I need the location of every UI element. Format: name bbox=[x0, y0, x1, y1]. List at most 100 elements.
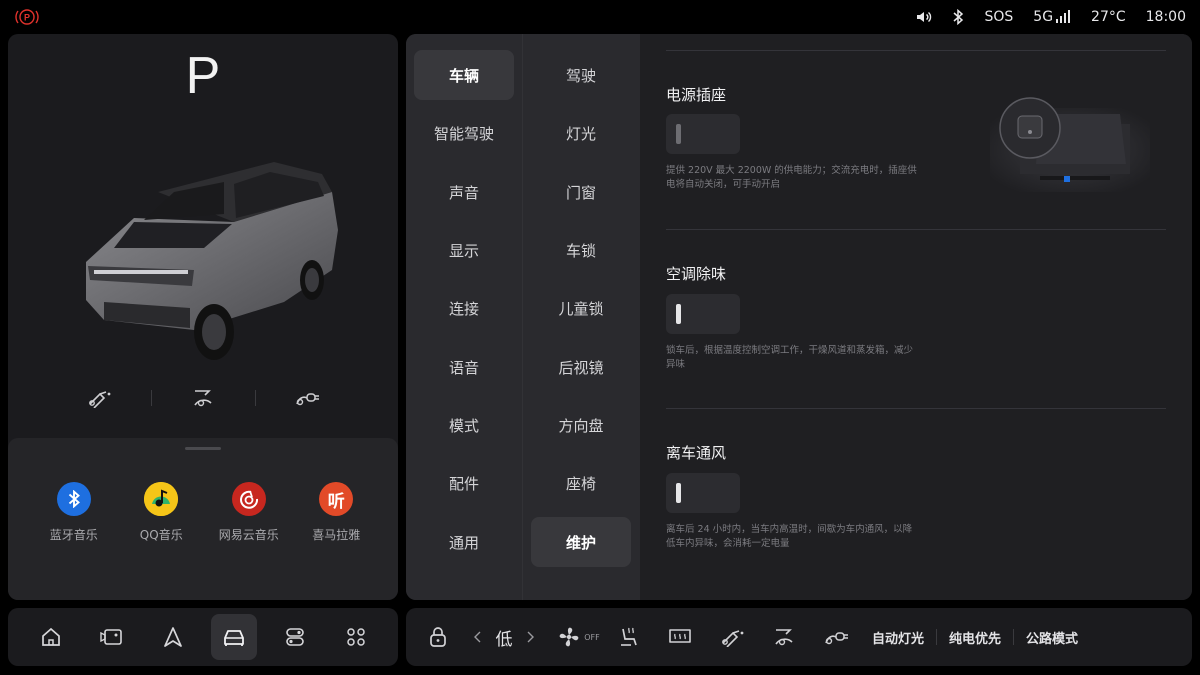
volume-icon[interactable] bbox=[916, 10, 932, 24]
toggle-knob bbox=[676, 304, 681, 324]
frunk-button[interactable] bbox=[758, 626, 810, 648]
quick-controls bbox=[8, 382, 398, 414]
network-indicator: 5G bbox=[1033, 9, 1071, 25]
apps-button[interactable] bbox=[333, 614, 379, 660]
controls-button[interactable] bbox=[272, 614, 318, 660]
app-label: 喜马拉雅 bbox=[312, 528, 361, 542]
seat-heat-button[interactable] bbox=[604, 625, 654, 649]
settings-subcategory-nav: 驾驶 灯光 门窗 车锁 儿童锁 后视镜 方向盘 座椅 维护 bbox=[522, 34, 640, 600]
qq-music-icon bbox=[144, 482, 179, 516]
media-button[interactable] bbox=[89, 614, 135, 660]
auto-light-button[interactable]: 自动灯光 bbox=[872, 628, 924, 647]
fan-level-value: 低 bbox=[495, 629, 513, 650]
bluetooth-icon bbox=[56, 482, 91, 516]
navigation-icon bbox=[163, 627, 182, 647]
fan-icon bbox=[559, 627, 579, 647]
toggle-knob bbox=[676, 124, 681, 144]
toggle-knob bbox=[676, 483, 681, 503]
frunk-icon bbox=[775, 629, 793, 646]
ev-priority-button[interactable]: 纯电优先 bbox=[949, 628, 1001, 647]
nav-sound[interactable]: 声音 bbox=[414, 167, 514, 217]
app-netease-music[interactable]: 网易云音乐 bbox=[205, 482, 293, 543]
nav-voice[interactable]: 语音 bbox=[414, 342, 514, 392]
section-title-ac-deodorize: 空调除味 bbox=[666, 265, 727, 283]
climate-dock: 低 OFF 自动灯光 纯电优先 公路模式 bbox=[406, 608, 1192, 666]
parking-brake-icon: P bbox=[14, 7, 40, 27]
trunk-button[interactable] bbox=[810, 627, 862, 647]
lock-icon bbox=[430, 627, 446, 647]
sos-button[interactable]: SOS bbox=[984, 9, 1013, 25]
road-mode-button[interactable]: 公路模式 bbox=[1026, 628, 1078, 647]
temperature-readout: 27°C bbox=[1091, 9, 1126, 25]
grid-icon bbox=[346, 628, 365, 646]
nav-connection[interactable]: 连接 bbox=[414, 283, 514, 333]
navigation-button[interactable] bbox=[150, 614, 196, 660]
nav-general[interactable]: 通用 bbox=[414, 517, 514, 567]
nav-mirrors[interactable]: 后视镜 bbox=[531, 342, 631, 392]
rear-defrost-icon bbox=[669, 629, 691, 643]
fan-decrease-button[interactable] bbox=[466, 631, 490, 643]
nav-doors-windows[interactable]: 门窗 bbox=[531, 167, 631, 217]
lock-button[interactable] bbox=[422, 626, 454, 648]
divider bbox=[1013, 629, 1015, 645]
defrost-button[interactable] bbox=[654, 626, 706, 648]
section-desc-power-outlet: 提供 220V 最大 2200W 的供电能力；交流充电时，插座供电将自动关闭，可… bbox=[666, 165, 917, 190]
charge-port-icon[interactable] bbox=[48, 388, 151, 408]
settings-panel: 车辆 智能驾驶 声音 显示 连接 语音 模式 配件 通用 驾驶 灯光 门窗 车锁… bbox=[406, 34, 1192, 600]
nav-maintenance[interactable]: 维护 bbox=[531, 517, 631, 567]
nav-child-lock[interactable]: 儿童锁 bbox=[531, 283, 631, 333]
section-title-power-outlet: 电源插座 bbox=[666, 86, 727, 104]
svg-text:P: P bbox=[24, 13, 30, 23]
rear-seat-outlet-image bbox=[980, 94, 1160, 198]
nav-vehicle[interactable]: 车辆 bbox=[414, 50, 514, 100]
car-icon bbox=[223, 630, 244, 646]
clock: 18:00 bbox=[1145, 9, 1186, 25]
ac-deodorize-toggle[interactable] bbox=[666, 294, 740, 334]
fan-state: OFF bbox=[584, 632, 600, 642]
app-ximalaya[interactable]: 听 喜马拉雅 bbox=[293, 482, 381, 543]
nav-display[interactable]: 显示 bbox=[414, 225, 514, 275]
divider bbox=[666, 229, 1166, 230]
power-outlet-toggle[interactable] bbox=[666, 114, 740, 154]
nav-smart-driving[interactable]: 智能驾驶 bbox=[414, 108, 514, 158]
section-desc-ac-deodorize: 锁车后，根据温度控制空调工作，干燥风道和蒸发箱，减少异味 bbox=[666, 345, 914, 370]
home-icon bbox=[41, 627, 60, 646]
divider bbox=[666, 408, 1166, 409]
frunk-icon[interactable] bbox=[152, 387, 255, 409]
netease-music-icon bbox=[231, 482, 266, 516]
charge-port-icon bbox=[722, 630, 744, 647]
home-button[interactable] bbox=[28, 614, 74, 660]
chevron-left-icon bbox=[474, 631, 481, 643]
charge-port-button[interactable] bbox=[706, 627, 758, 647]
app-qq-music[interactable]: QQ音乐 bbox=[118, 482, 206, 543]
bluetooth-status-icon[interactable] bbox=[952, 9, 964, 25]
app-bluetooth-music[interactable]: 蓝牙音乐 bbox=[30, 482, 118, 543]
camera-icon bbox=[99, 629, 122, 645]
nav-lights[interactable]: 灯光 bbox=[531, 108, 631, 158]
trunk-icon[interactable] bbox=[256, 388, 359, 408]
nav-accessories[interactable]: 配件 bbox=[414, 458, 514, 508]
nav-mode[interactable]: 模式 bbox=[414, 400, 514, 450]
ximalaya-icon: 听 bbox=[319, 482, 354, 516]
divider bbox=[936, 629, 938, 645]
drag-handle[interactable] bbox=[185, 447, 221, 450]
section-desc-away-ventilation: 离车后 24 小时内，当车内高温时，间歇为车内通风，以降低车内异味，会消耗一定电… bbox=[666, 524, 913, 549]
toggles-icon bbox=[285, 628, 304, 646]
fan-button[interactable]: OFF bbox=[552, 624, 604, 650]
seat-heat-icon bbox=[621, 627, 637, 646]
trunk-icon bbox=[825, 632, 848, 645]
status-bar: P SOS 5G 27°C 18:00 bbox=[0, 0, 1200, 34]
nav-steering-wheel[interactable]: 方向盘 bbox=[531, 400, 631, 450]
nav-driving[interactable]: 驾驶 bbox=[531, 50, 631, 100]
media-card: 蓝牙音乐 QQ音乐 网易云音乐 听 喜马拉雅 bbox=[8, 438, 398, 600]
fan-increase-button[interactable] bbox=[518, 631, 542, 643]
away-ventilation-toggle[interactable] bbox=[666, 473, 740, 513]
app-label: 网易云音乐 bbox=[218, 528, 279, 542]
nav-locks[interactable]: 车锁 bbox=[531, 225, 631, 275]
nav-seats[interactable]: 座椅 bbox=[531, 458, 631, 508]
left-dock bbox=[8, 608, 398, 666]
vehicle-panel: P 蓝牙音乐 QQ音乐 网易云音乐 听 喜马拉雅 bbox=[8, 34, 398, 600]
settings-content: 电源插座 提供 220V 最大 2200W 的供电能力；交流充电时，插座供电将自… bbox=[640, 34, 1192, 600]
vehicle-button[interactable] bbox=[210, 614, 257, 660]
settings-category-nav: 车辆 智能驾驶 声音 显示 连接 语音 模式 配件 通用 bbox=[406, 34, 522, 600]
